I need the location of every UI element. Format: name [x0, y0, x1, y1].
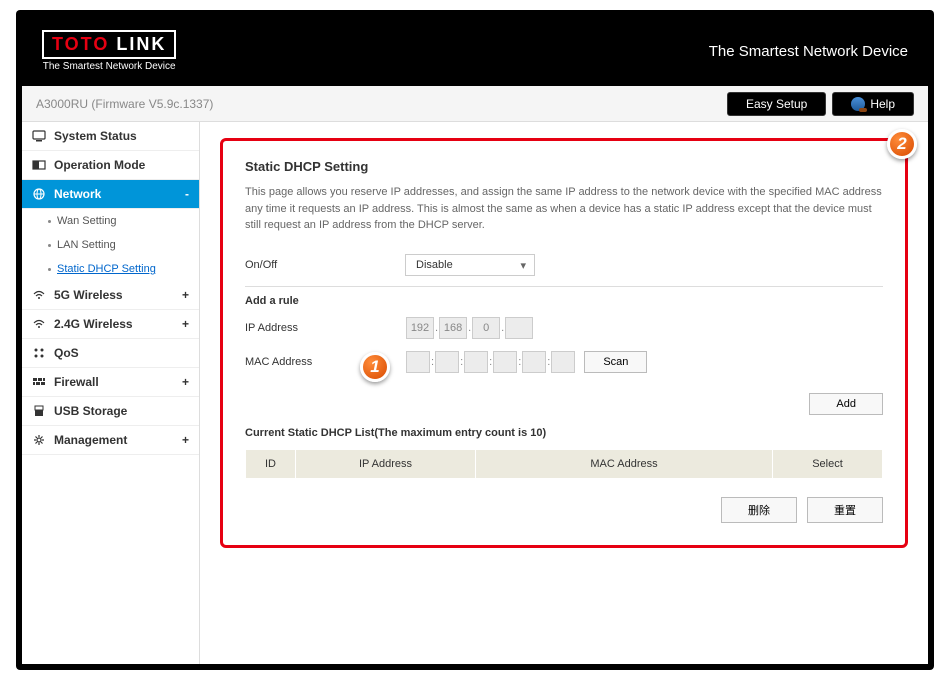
scan-button[interactable]: Scan [584, 351, 647, 373]
mac-octet-3[interactable] [464, 351, 488, 373]
firewall-icon [32, 376, 46, 388]
sidebar-item-qos[interactable]: QoS [22, 339, 199, 368]
status-icon [32, 130, 46, 142]
ip-octet-4[interactable] [505, 317, 533, 339]
dhcp-list-table: ID IP Address MAC Address Select [245, 449, 883, 479]
sidebar-item-5g[interactable]: 5G Wireless + [22, 281, 199, 310]
sidebar-item-label: 2.4G Wireless [54, 317, 133, 331]
add-rule-heading: Add a rule [245, 286, 883, 311]
sidebar-item-label: USB Storage [54, 404, 127, 418]
sidebar-sub-label: Wan Setting [57, 215, 117, 227]
sidebar-item-label: Firewall [54, 375, 99, 389]
expand-icon: + [182, 288, 189, 302]
sidebar-sub-lan[interactable]: LAN Setting [22, 233, 199, 257]
mac-octet-2[interactable] [435, 351, 459, 373]
content-area: 1 2 Static DHCP Setting This page allows… [200, 122, 928, 664]
ip-octet-1[interactable] [406, 317, 434, 339]
colon-sep: : [460, 356, 463, 368]
sidebar-item-system-status[interactable]: System Status [22, 122, 199, 151]
sidebar-item-network[interactable]: Network - [22, 180, 199, 209]
sidebar-item-label: QoS [54, 346, 79, 360]
page-description: This page allows you reserve IP addresse… [245, 184, 883, 234]
colon-sep: : [518, 356, 521, 368]
add-button[interactable]: Add [809, 393, 883, 415]
dot-sep: . [468, 322, 471, 334]
easy-setup-button[interactable]: Easy Setup [727, 92, 826, 116]
tagline: The Smartest Network Device [709, 43, 908, 60]
header: TOTO LINK The Smartest Network Device Th… [22, 16, 928, 86]
help-label: Help [870, 97, 895, 111]
network-icon [32, 188, 46, 200]
mode-icon [32, 159, 46, 171]
help-button[interactable]: Help [832, 92, 914, 116]
wifi-icon [32, 289, 46, 301]
usb-icon [32, 405, 46, 417]
mac-octet-1[interactable] [406, 351, 430, 373]
sidebar-sub-label: Static DHCP Setting [57, 263, 156, 275]
colon-sep: : [489, 356, 492, 368]
sidebar-item-label: Management [54, 433, 127, 447]
onoff-select[interactable]: Disable [405, 254, 535, 276]
sidebar-item-2-4g[interactable]: 2.4G Wireless + [22, 310, 199, 339]
expand-icon: + [182, 433, 189, 447]
bullet-icon [48, 220, 51, 223]
annotation-badge-2: 2 [887, 129, 917, 159]
ip-octet-2[interactable] [439, 317, 467, 339]
expand-icon: + [182, 375, 189, 389]
wifi-icon [32, 318, 46, 330]
logo: TOTO LINK The Smartest Network Device [42, 30, 176, 72]
qos-icon [32, 347, 46, 359]
onoff-value: Disable [416, 259, 453, 271]
colon-sep: : [431, 356, 434, 368]
bullet-icon [48, 244, 51, 247]
topbar: A3000RU (Firmware V5.9c.1337) Easy Setup… [22, 86, 928, 122]
page-title: Static DHCP Setting [245, 159, 883, 174]
sidebar-item-label: 5G Wireless [54, 288, 123, 302]
collapse-icon: - [185, 187, 189, 201]
ip-octet-3[interactable] [472, 317, 500, 339]
sidebar-item-label: Operation Mode [54, 158, 145, 172]
sidebar-sub-static-dhcp[interactable]: Static DHCP Setting [22, 257, 199, 281]
help-icon [851, 97, 865, 111]
dot-sep: . [435, 322, 438, 334]
sidebar-item-label: System Status [54, 129, 137, 143]
sidebar-item-label: Network [54, 187, 101, 201]
sidebar-item-firewall[interactable]: Firewall + [22, 368, 199, 397]
expand-icon: + [182, 317, 189, 331]
bullet-icon [48, 268, 51, 271]
dot-sep: . [501, 322, 504, 334]
highlighted-panel: 2 Static DHCP Setting This page allows y… [220, 138, 908, 548]
sidebar-item-usb[interactable]: USB Storage [22, 397, 199, 426]
model-info: A3000RU (Firmware V5.9c.1337) [36, 97, 213, 111]
th-id: ID [246, 449, 296, 478]
th-mac: MAC Address [476, 449, 773, 478]
mac-octet-5[interactable] [522, 351, 546, 373]
sidebar-item-operation-mode[interactable]: Operation Mode [22, 151, 199, 180]
list-heading: Current Static DHCP List(The maximum ent… [245, 423, 883, 443]
logo-text-2: LINK [116, 34, 166, 54]
ip-label: IP Address [245, 322, 405, 334]
mac-octet-4[interactable] [493, 351, 517, 373]
sidebar-sub-wan[interactable]: Wan Setting [22, 209, 199, 233]
onoff-label: On/Off [245, 259, 405, 271]
mac-octet-6[interactable] [551, 351, 575, 373]
th-select: Select [773, 449, 883, 478]
logo-text-1: TOTO [52, 34, 109, 54]
delete-button[interactable]: 删除 [721, 497, 797, 523]
logo-subtitle: The Smartest Network Device [42, 61, 176, 72]
sidebar: System Status Operation Mode Network - W… [22, 122, 200, 664]
th-ip: IP Address [296, 449, 476, 478]
reset-button[interactable]: 重置 [807, 497, 883, 523]
colon-sep: : [547, 356, 550, 368]
sidebar-item-management[interactable]: Management + [22, 426, 199, 455]
annotation-badge-1: 1 [360, 352, 390, 382]
gear-icon [32, 434, 46, 446]
sidebar-sub-label: LAN Setting [57, 239, 116, 251]
